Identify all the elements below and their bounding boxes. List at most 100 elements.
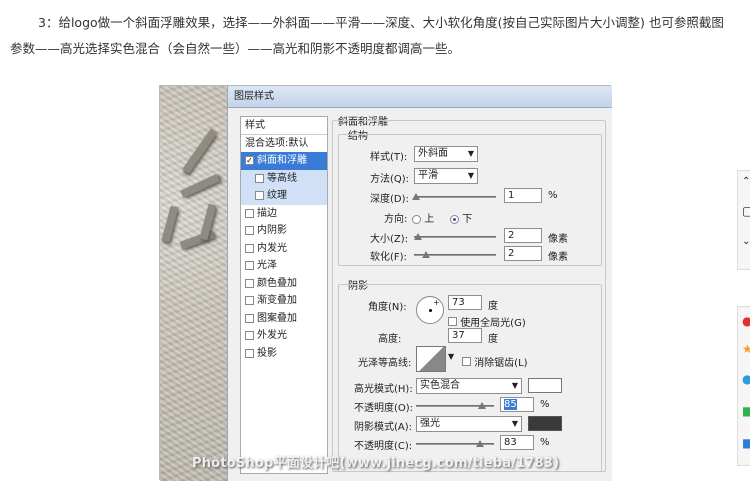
red-dot-icon[interactable]: ● (742, 314, 750, 328)
angle-label: 角度(N): (368, 302, 407, 313)
size-input[interactable]: 2 (504, 228, 542, 243)
technique-select[interactable]: 平滑 ▼ (414, 168, 478, 184)
shadow-opacity-slider[interactable] (416, 440, 494, 447)
gloss-contour-swatch[interactable] (416, 346, 446, 372)
style-item-bevel[interactable]: ✓ 斜面和浮雕 (241, 152, 327, 170)
style-item-texture[interactable]: 纹理 (241, 187, 327, 205)
layer-style-dialog: 图层样式 样式 混合选项:默认 ✓ 斜面和浮雕 等高线 纹理 描边 内阴影 内发光… (227, 86, 612, 481)
soften-unit: 像素 (548, 252, 568, 263)
crosshair-icon: + (433, 298, 440, 307)
size-label: 大小(Z): (370, 234, 409, 245)
depth-label: 深度(D): (370, 194, 409, 205)
shadow-mode-label: 阴影模式(A): (354, 422, 413, 433)
technique-label: 方法(Q): (370, 174, 410, 185)
slider-thumb[interactable] (476, 440, 484, 447)
highlight-mode-select[interactable]: 实色混合 ▼ (416, 378, 522, 394)
wechat-icon[interactable]: ■ (742, 404, 750, 418)
star-icon[interactable]: ★ (742, 342, 750, 356)
shadow-color-swatch[interactable] (528, 416, 562, 431)
style-item-inner-shadow[interactable]: 内阴影 (241, 222, 327, 240)
highlight-color-swatch[interactable] (528, 378, 562, 393)
watermark-text: PhotoShop平面设计吧(www.jinecg.com/tieba/1783… (192, 456, 560, 471)
global-light-option[interactable]: 使用全局光(G) (448, 314, 526, 329)
shadow-opacity-unit: % (540, 437, 550, 448)
slider-thumb[interactable] (478, 402, 486, 409)
checkbox-icon[interactable] (255, 191, 264, 201)
antialias-option[interactable]: 消除锯齿(L) (462, 354, 528, 369)
screenshot-image: 图层样式 样式 混合选项:默认 ✓ 斜面和浮雕 等高线 纹理 描边 内阴影 内发光… (159, 85, 612, 481)
blend-options-item[interactable]: 混合选项:默认 (241, 135, 327, 153)
checkbox-icon[interactable] (245, 261, 254, 271)
style-item-pattern-overlay[interactable]: 图案叠加 (241, 310, 327, 328)
size-slider[interactable] (414, 233, 496, 240)
altitude-label: 高度: (378, 334, 402, 345)
direction-down[interactable]: 下 (450, 210, 472, 225)
share-icon[interactable]: ● (742, 372, 750, 386)
direction-label: 方向: (384, 214, 408, 225)
checkbox-icon[interactable] (245, 208, 254, 218)
soften-slider[interactable] (414, 251, 496, 258)
dropdown-arrow-icon: ▼ (511, 419, 518, 428)
style-list: 样式 混合选项:默认 ✓ 斜面和浮雕 等高线 纹理 描边 内阴影 内发光 光泽 颜… (240, 116, 328, 474)
angle-unit: 度 (488, 301, 498, 312)
shadow-opacity-label: 不透明度(C): (354, 441, 413, 452)
instruction-paragraph: 3：给logo做一个斜面浮雕效果，选择——外斜面——平滑——深度、大小软化角度(… (10, 15, 724, 56)
altitude-input[interactable]: 37 (448, 328, 482, 343)
style-item-outer-glow[interactable]: 外发光 (241, 327, 327, 345)
highlight-mode-label: 高光模式(H): (354, 384, 413, 395)
radio-icon[interactable] (412, 214, 421, 224)
checkbox-icon[interactable] (245, 331, 254, 341)
style-item-contour[interactable]: 等高线 (241, 169, 327, 187)
checkbox-icon[interactable] (245, 296, 254, 306)
slider-thumb[interactable] (422, 251, 430, 258)
style-list-header: 样式 (241, 117, 327, 135)
checkbox-icon[interactable] (245, 243, 254, 253)
checkbox-icon[interactable] (448, 317, 457, 326)
depth-slider[interactable] (412, 193, 496, 200)
style-item-gradient-overlay[interactable]: 渐变叠加 (241, 292, 327, 310)
checkbox-icon[interactable] (245, 313, 254, 323)
style-item-color-overlay[interactable]: 颜色叠加 (241, 275, 327, 293)
slider-thumb[interactable] (412, 193, 420, 200)
chevron-down-icon[interactable]: ⌄ (742, 236, 750, 247)
logo-photo (160, 86, 227, 481)
dropdown-arrow-icon: ▼ (467, 171, 474, 180)
highlight-opacity-unit: % (540, 399, 550, 410)
style-item-satin[interactable]: 光泽 (241, 257, 327, 275)
blue-icon[interactable]: ■ (742, 436, 750, 450)
angle-input[interactable]: 73 (448, 295, 482, 310)
checkbox-icon[interactable] (245, 348, 254, 358)
checkbox-icon[interactable] (245, 226, 254, 236)
angle-dial[interactable]: + (416, 296, 444, 324)
dialog-title: 图层样式 (228, 86, 612, 108)
altitude-unit: 度 (488, 334, 498, 345)
edit-icon[interactable]: ▢ (742, 204, 750, 218)
slider-thumb[interactable] (414, 233, 422, 240)
dropdown-arrow-icon: ▼ (511, 381, 518, 390)
depth-input[interactable]: 1 (504, 188, 542, 203)
checkbox-icon[interactable] (255, 173, 264, 183)
shadow-opacity-input[interactable]: 83 (500, 435, 534, 450)
style-item-inner-glow[interactable]: 内发光 (241, 240, 327, 258)
style-item-stroke[interactable]: 描边 (241, 205, 327, 223)
radio-selected-icon[interactable] (450, 214, 459, 224)
chevron-up-icon[interactable]: ⌃ (742, 176, 750, 187)
dropdown-arrow-icon: ▼ (467, 149, 474, 158)
style-item-drop-shadow[interactable]: 投影 (241, 345, 327, 363)
highlight-opacity-label: 不透明度(O): (354, 403, 414, 414)
dropdown-arrow-icon[interactable]: ▼ (448, 352, 454, 361)
size-unit: 像素 (548, 234, 568, 245)
gloss-contour-label: 光泽等高线: (358, 358, 412, 369)
style-select[interactable]: 外斜面 ▼ (414, 146, 478, 162)
direction-up[interactable]: 上 (412, 210, 434, 225)
depth-unit: % (548, 190, 558, 201)
style-label: 样式(T): (370, 152, 408, 163)
checkbox-icon[interactable] (462, 357, 471, 366)
soften-input[interactable]: 2 (504, 246, 542, 261)
highlight-opacity-slider[interactable] (416, 402, 494, 409)
checkbox-icon[interactable]: ✓ (245, 156, 254, 166)
shadow-mode-select[interactable]: 强光 ▼ (416, 416, 522, 432)
soften-label: 软化(F): (370, 252, 407, 263)
highlight-opacity-input[interactable]: 85 (500, 397, 534, 412)
checkbox-icon[interactable] (245, 278, 254, 288)
